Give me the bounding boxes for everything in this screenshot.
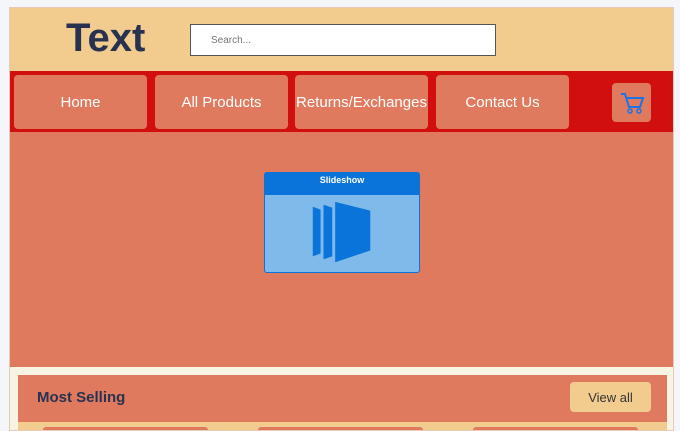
slideshow-icon — [312, 201, 371, 263]
cart-button[interactable] — [612, 83, 651, 122]
nav-home[interactable]: Home — [14, 75, 147, 129]
lower-area: Most Selling View all — [10, 367, 673, 430]
slideshow[interactable]: Slideshow — [264, 172, 420, 273]
product-card[interactable] — [473, 427, 638, 430]
section-title: Most Selling — [37, 389, 126, 406]
product-card[interactable] — [43, 427, 208, 430]
shopping-cart-icon — [620, 92, 644, 114]
nav-all-products[interactable]: All Products — [155, 75, 288, 129]
slideshow-label: Slideshow — [265, 173, 419, 195]
hero: Slideshow — [10, 132, 673, 367]
nav-bar: Home All Products Returns/Exchanges Cont… — [10, 71, 673, 132]
page-frame: Text Home All Products Returns/Exchanges… — [9, 7, 674, 431]
product-row — [18, 422, 667, 430]
product-card[interactable] — [258, 427, 423, 430]
nav-returns-exchanges[interactable]: Returns/Exchanges — [295, 75, 428, 129]
view-all-button[interactable]: View all — [570, 382, 651, 412]
search-input[interactable] — [190, 24, 496, 56]
header: Text — [10, 8, 673, 71]
nav-contact-us[interactable]: Contact Us — [436, 75, 569, 129]
most-selling-section: Most Selling View all — [18, 375, 667, 430]
logo[interactable]: Text — [66, 16, 145, 61]
